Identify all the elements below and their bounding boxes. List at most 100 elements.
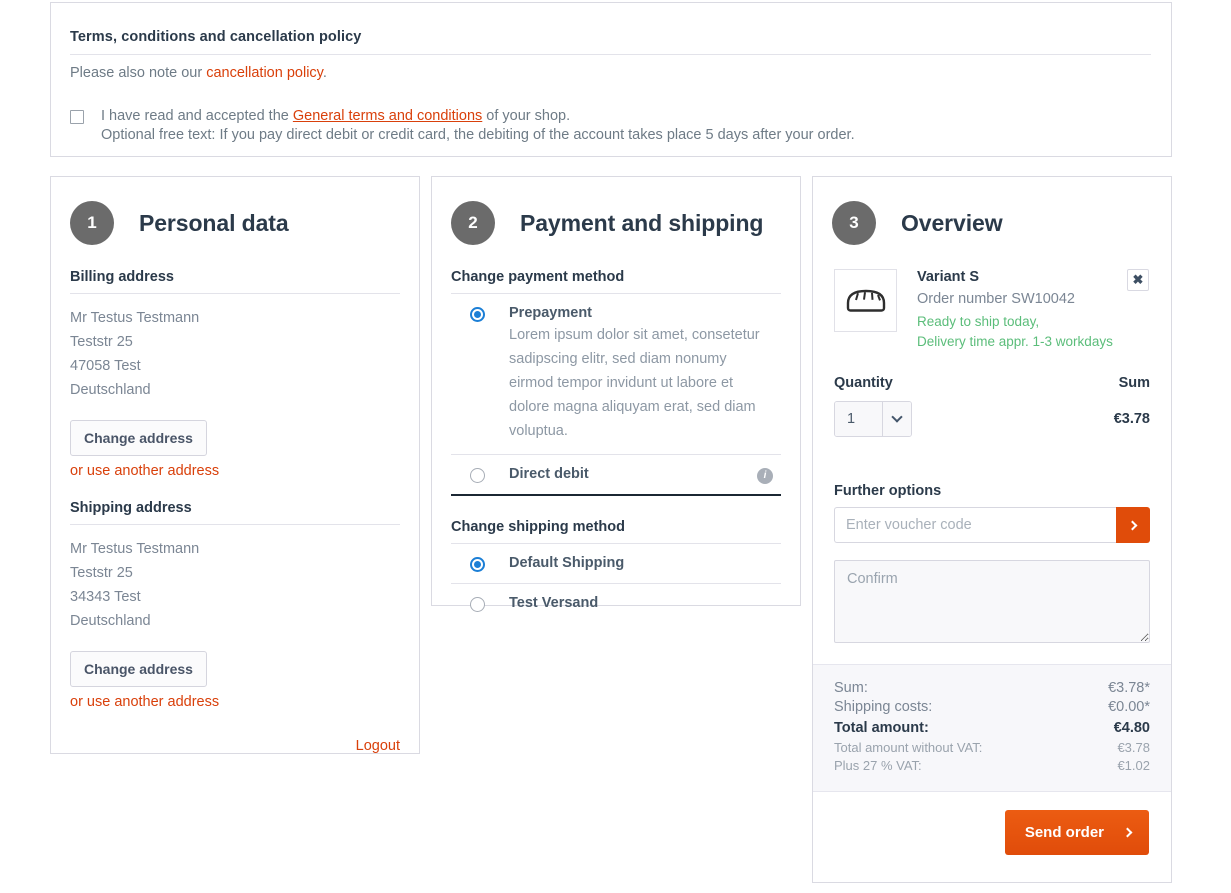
accept-terms-checkbox[interactable] (70, 110, 84, 124)
prepayment-label: Prepayment (509, 305, 593, 321)
chevron-down-icon (882, 402, 911, 436)
direct-debit-body: Direct debit (509, 466, 601, 482)
overview-step-header: 3 Overview (813, 177, 1171, 269)
product-ship-status: Ready to ship today, (917, 314, 1040, 329)
shipping-option-test-versand[interactable]: Test Versand (451, 584, 781, 623)
change-payment-method-heading: Change payment method (451, 269, 781, 294)
step-number-3: 3 (832, 201, 876, 245)
general-terms-link[interactable]: General terms and conditions (293, 108, 482, 124)
change-shipping-method-heading: Change shipping method (451, 519, 781, 544)
totals-row-shipping: Shipping costs: €0.00* (834, 698, 1150, 717)
chevron-right-icon (1127, 520, 1137, 530)
shipping-line-1: Mr Testus Testmann (70, 541, 200, 557)
product-delivery-time: Delivery time appr. 1-3 workdays (917, 334, 1113, 349)
product-thumbnail[interactable] (834, 269, 897, 332)
change-shipping-address-button[interactable]: Change address (70, 651, 207, 687)
step-number-1: 1 (70, 201, 114, 245)
direct-debit-label: Direct debit (509, 466, 589, 482)
terms-accept-texts: I have read and accepted the General ter… (101, 107, 855, 145)
totals-value-net: €3.78 (1117, 740, 1150, 755)
totals-value-total: €4.80 (1113, 720, 1150, 736)
personal-data-panel: 1 Personal data Billing address Mr Testu… (50, 176, 420, 754)
product-info: Variant S Order number SW10042 Ready to … (917, 269, 1113, 352)
quantity-label: Quantity (834, 375, 893, 391)
shipping-address-heading: Shipping address (70, 500, 400, 525)
payment-method-block: Change payment method Prepayment Lorem i… (432, 269, 800, 496)
step-number-2: 2 (451, 201, 495, 245)
totals-value-vat: €1.02 (1117, 758, 1150, 773)
billing-line-4: Deutschland (70, 382, 151, 398)
overview-panel: 3 Overview Variant S Order number SW1004… (812, 176, 1172, 883)
logout-row: Logout (51, 737, 419, 755)
billing-line-3: 47058 Test (70, 358, 141, 374)
totals-label-shipping: Shipping costs: (834, 699, 933, 715)
quantity-value: 1 (835, 402, 882, 436)
prepayment-body: Prepayment Lorem ipsum dolor sit amet, c… (509, 305, 781, 443)
terms-panel: Terms, conditions and cancellation polic… (50, 2, 1172, 157)
shipping-line-2: Teststr 25 (70, 565, 133, 581)
remove-item-button[interactable]: ✖ (1127, 269, 1149, 291)
line-item-sum: €3.78 (1113, 411, 1150, 427)
prepayment-description: Lorem ipsum dolor sit amet, consetetur s… (509, 327, 760, 439)
change-billing-address-button[interactable]: Change address (70, 420, 207, 456)
accept-suffix: of your shop. (482, 108, 571, 124)
test-versand-body: Test Versand (509, 595, 610, 611)
totals-row-vat: Plus 27 % VAT: €1.02 (834, 757, 1150, 775)
info-icon[interactable]: i (757, 468, 773, 484)
radio-test-versand[interactable] (470, 597, 485, 612)
totals-block: Sum: €3.78* Shipping costs: €0.00* Total… (813, 664, 1171, 792)
radio-default-shipping[interactable] (470, 557, 485, 572)
terms-title: Terms, conditions and cancellation polic… (70, 29, 1151, 55)
quantity-select[interactable]: 1 (834, 401, 912, 437)
shipping-address-block: Shipping address Mr Testus Testmann Test… (51, 500, 419, 710)
cart-item-row: Variant S Order number SW10042 Ready to … (813, 269, 1171, 352)
cancellation-note: Please also note our cancellation policy… (70, 65, 1151, 81)
quantity-sum-row: 1 €3.78 (813, 391, 1171, 437)
voucher-code-input[interactable] (834, 507, 1116, 543)
totals-row-total: Total amount: €4.80 (834, 717, 1150, 739)
personal-panel-title: Personal data (139, 209, 289, 236)
default-shipping-label: Default Shipping (509, 555, 625, 571)
apply-voucher-button[interactable] (1116, 507, 1150, 543)
totals-label-sum: Sum: (834, 680, 868, 696)
billing-line-2: Teststr 25 (70, 334, 133, 350)
totals-value-shipping: €0.00* (1108, 699, 1150, 715)
bread-loaf-icon (846, 289, 885, 312)
cancellation-note-prefix: Please also note our (70, 65, 207, 81)
shipping-method-block: Change shipping method Default Shipping … (432, 519, 800, 623)
voucher-form (834, 507, 1150, 543)
overview-panel-title: Overview (901, 209, 1003, 236)
accept-prefix: I have read and accepted the (101, 108, 293, 124)
payment-option-prepayment[interactable]: Prepayment Lorem ipsum dolor sit amet, c… (451, 294, 781, 455)
optional-free-text: Optional free text: If you pay direct de… (101, 127, 855, 143)
radio-prepayment[interactable] (470, 307, 485, 322)
product-order-number: Order number SW10042 (917, 291, 1075, 307)
shipping-option-default[interactable]: Default Shipping (451, 544, 781, 584)
use-another-billing-address-link[interactable]: or use another address (70, 463, 400, 479)
terms-accept-row: I have read and accepted the General ter… (70, 107, 1151, 145)
send-order-button[interactable]: Send order (1004, 810, 1149, 855)
confirm-comment-textarea[interactable] (834, 560, 1150, 643)
further-options-block: Further options (813, 437, 1171, 643)
send-order-label: Send order (1024, 824, 1104, 841)
cancellation-policy-link[interactable]: cancellation policy (206, 65, 323, 81)
test-versand-label: Test Versand (509, 595, 599, 611)
shipping-line-3: 34343 Test (70, 589, 141, 605)
logout-link[interactable]: Logout (356, 738, 400, 754)
sum-label: Sum (1118, 375, 1150, 391)
payment-step-header: 2 Payment and shipping (432, 177, 800, 269)
payment-panel-title: Payment and shipping (520, 209, 764, 236)
accept-terms-label: I have read and accepted the General ter… (101, 107, 855, 126)
radio-direct-debit[interactable] (470, 468, 485, 483)
quantity-sum-header: Quantity Sum (813, 352, 1171, 391)
use-another-shipping-address-link[interactable]: or use another address (70, 694, 400, 710)
payment-option-direct-debit[interactable]: Direct debit i (451, 455, 781, 496)
personal-step-header: 1 Personal data (51, 177, 419, 269)
totals-label-vat: Plus 27 % VAT: (834, 758, 922, 773)
totals-label-total: Total amount: (834, 720, 929, 736)
billing-address-heading: Billing address (70, 269, 400, 294)
totals-label-net: Total amount without VAT: (834, 740, 983, 755)
shipping-line-4: Deutschland (70, 613, 151, 629)
billing-address-block: Billing address Mr Testus Testmann Tests… (51, 269, 419, 479)
further-options-heading: Further options (834, 483, 942, 499)
